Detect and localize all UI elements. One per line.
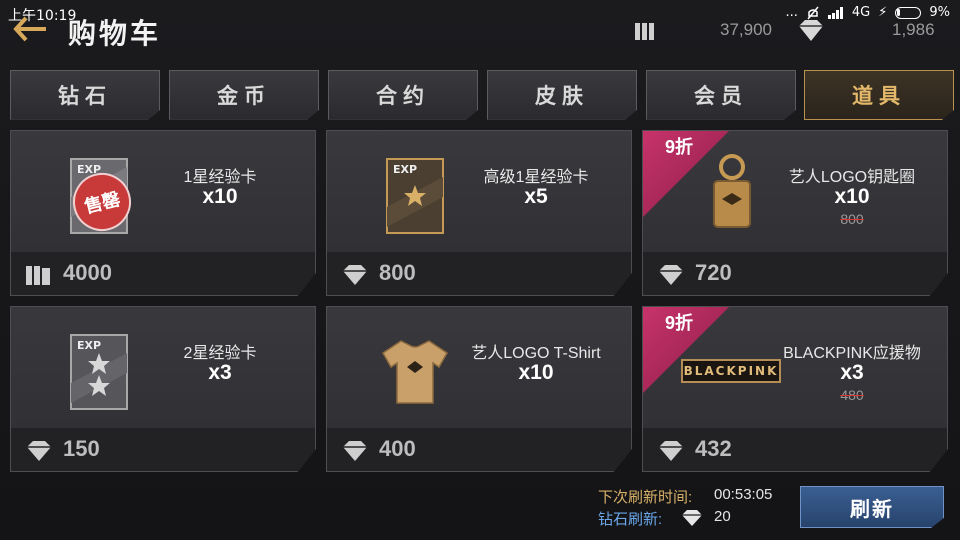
item-name: BLACKPINK应援物 [783, 345, 921, 362]
tab-diamonds[interactable]: 钻石 [10, 70, 160, 120]
price-bar [11, 252, 315, 295]
diamond-refresh-cost: 20 [714, 508, 731, 525]
tab-skin[interactable]: 皮肤 [487, 70, 637, 120]
diamond-icon [682, 510, 702, 526]
item-price: 432 [695, 436, 732, 461]
coin-stack-icon [26, 266, 50, 285]
item-original-price: 800 [840, 211, 864, 227]
charging-icon: ⚡ [878, 5, 888, 20]
page-title: 购物车 [68, 18, 162, 49]
item-quantity: x10 [202, 185, 238, 208]
signal-icon [827, 6, 843, 19]
item-name: 1星经验卡 [183, 169, 257, 186]
item-card-premium-1star-exp[interactable]: EXP 高级1星经验卡 x5 800 [326, 130, 632, 296]
diamond-icon [27, 441, 51, 461]
item-card-2star-exp[interactable]: EXP 2星经验卡 x3 150 [10, 306, 316, 472]
item-name: 艺人LOGO T-Shirt [471, 345, 601, 362]
item-quantity: x5 [524, 185, 548, 208]
diamond-icon [659, 441, 683, 461]
battery-percent: 9% [929, 5, 950, 20]
diamond-icon [343, 265, 367, 285]
item-price: 720 [695, 260, 732, 285]
item-card-blackpink-merch[interactable]: 9折 BLACKPINK BLACKPINK应援物 x3 480 432 [642, 306, 948, 472]
next-refresh-label: 下次刷新时间: [598, 489, 693, 506]
item-name: 艺人LOGO钥匙圈 [788, 169, 916, 186]
item-price: 800 [379, 260, 416, 285]
item-card-artist-tshirt[interactable]: 艺人LOGO T-Shirt x10 400 [326, 306, 632, 472]
diamond-refresh-label: 钻石刷新: [598, 511, 663, 528]
item-original-price: 480 [840, 387, 864, 403]
item-name: 2星经验卡 [183, 345, 257, 362]
refresh-button[interactable]: 刷新 [800, 486, 944, 528]
item-quantity: x10 [834, 185, 870, 208]
back-arrow-icon[interactable] [12, 12, 48, 46]
keychain-icon [713, 154, 751, 228]
item-price: 150 [63, 436, 100, 461]
price-bar [643, 252, 947, 295]
price-bar [327, 252, 631, 295]
tab-items[interactable]: 道具 [804, 70, 954, 120]
price-bar [327, 428, 631, 471]
network-type: 4G [851, 5, 871, 20]
price-bar [643, 428, 947, 471]
price-bar [11, 428, 315, 471]
exp-card-gold-icon: EXP [386, 158, 444, 234]
diamond-icon [799, 20, 823, 41]
item-card-1star-exp[interactable]: EXP 售罄 1星经验卡 x10 4000 [10, 130, 316, 296]
item-quantity: x3 [208, 361, 232, 384]
diamond-icon [659, 265, 683, 285]
discount-label: 9折 [665, 137, 694, 157]
battery-icon [895, 6, 922, 19]
discount-label: 9折 [665, 313, 694, 333]
mute-icon [807, 6, 819, 19]
item-quantity: x10 [518, 361, 554, 384]
tab-gold[interactable]: 金币 [169, 70, 319, 120]
coins-value: 37,900 [720, 20, 772, 39]
svg-text:EXP: EXP [393, 163, 417, 176]
diamonds-value: 1,986 [892, 20, 935, 39]
exp-card-2star-icon: EXP [70, 334, 128, 410]
coin-stack-icon [635, 23, 654, 40]
diamond-icon [343, 441, 367, 461]
tab-membership[interactable]: 会员 [646, 70, 796, 120]
status-indicators: ... 4G ⚡ 9% [785, 5, 950, 20]
item-price: 4000 [63, 260, 112, 285]
item-price: 400 [379, 436, 416, 461]
tab-contract[interactable]: 合约 [328, 70, 478, 120]
item-card-artist-keychain[interactable]: 9折 艺人LOGO钥匙圈 x10 800 720 [642, 130, 948, 296]
item-quantity: x3 [840, 361, 864, 384]
next-refresh-countdown: 00:53:05 [714, 486, 773, 503]
item-name: 高级1星经验卡 [483, 169, 589, 186]
status-dots: ... [785, 5, 798, 20]
svg-text:EXP: EXP [77, 339, 101, 352]
